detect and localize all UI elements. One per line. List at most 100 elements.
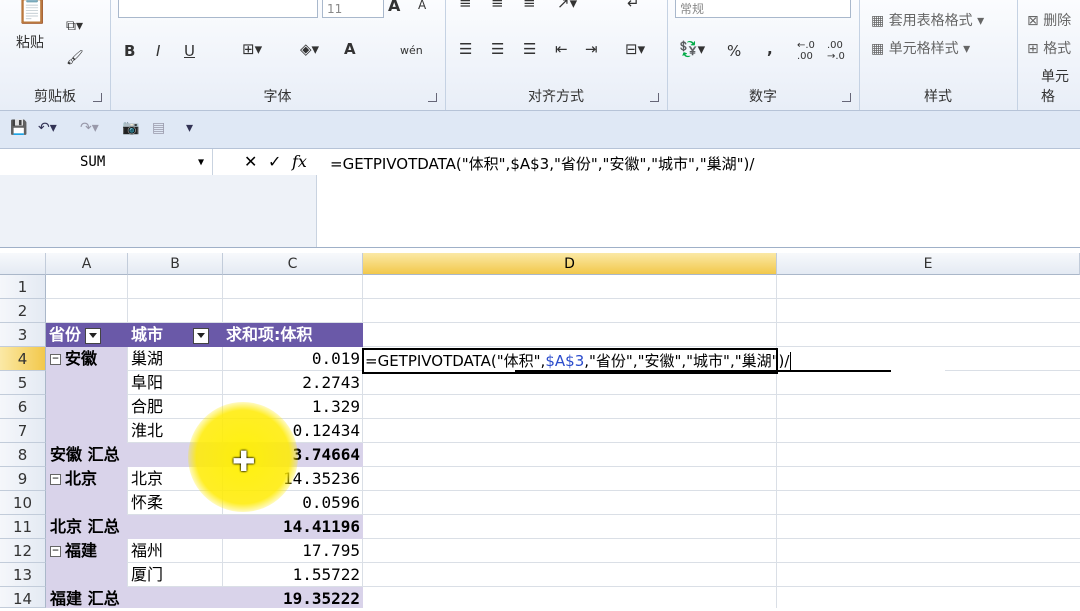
pivot-city-cell[interactable]: 巢湖 [131, 347, 221, 371]
copy-icon[interactable]: ⧉▾ [66, 18, 83, 34]
pivot-subtotal-label[interactable]: 福建 汇总 [46, 587, 223, 608]
decrease-indent-icon[interactable]: ⇤ [555, 40, 568, 58]
table-format-label: 套用表格格式 [888, 13, 973, 29]
undo-icon[interactable]: ↶▾ [38, 120, 57, 136]
col-header-a[interactable]: A [46, 253, 128, 275]
increase-indent-icon[interactable]: ⇥ [585, 40, 598, 58]
align-center-icon[interactable]: ☰ [491, 40, 504, 58]
col-header-e[interactable]: E [777, 253, 1080, 275]
customize-qat-icon[interactable]: ▾ [186, 120, 193, 136]
pivot-subtotal-label[interactable]: 北京 汇总 [46, 515, 223, 539]
row-header-9[interactable]: 9 [0, 467, 46, 491]
province-filter-dropdown-icon[interactable] [85, 327, 102, 344]
pivot-province-cell[interactable]: − 安徽 [50, 347, 128, 371]
pivot-subtotal-value[interactable]: 19.35222 [223, 587, 363, 608]
fill-color-icon[interactable]: ◈▾ [300, 40, 319, 58]
number-launcher[interactable] [842, 93, 851, 102]
pivot-province-cell[interactable]: − 北京 [50, 467, 128, 491]
pivot-province-cell[interactable]: − 福建 [50, 539, 128, 563]
increase-decimal-button[interactable]: ←.0 .00 [797, 40, 821, 62]
formula-input[interactable]: =GETPIVOTDATA("体积",$A$3,"省份","安徽","城市","… [330, 153, 754, 174]
percent-button[interactable]: % [727, 42, 741, 60]
collapse-icon[interactable]: − [50, 474, 61, 485]
number-format-select[interactable]: 常规 [675, 0, 851, 18]
active-cell-editor[interactable]: =GETPIVOTDATA("体积",$A$3,"省份","安徽","城市","… [363, 349, 945, 374]
pivot-city-cell[interactable]: 福州 [131, 539, 221, 563]
pivot-header-province[interactable]: 省份 [46, 323, 128, 347]
pivot-value-cell[interactable]: 1.55722 [223, 563, 363, 587]
pivot-value-cell[interactable]: 17.795 [223, 539, 363, 563]
col-header-b[interactable]: B [128, 253, 223, 275]
city-filter-dropdown-icon[interactable] [193, 327, 210, 344]
form-icon[interactable]: ▤ [152, 120, 165, 136]
pivot-value-cell[interactable]: 2.2743 [223, 371, 363, 395]
cell-styles-button[interactable]: ▦ 单元格样式 ▾ [871, 38, 970, 58]
table-format-button[interactable]: ▦ 套用表格格式 ▾ [871, 10, 984, 30]
save-icon[interactable]: 💾 [10, 120, 27, 136]
row-header-14[interactable]: 14 [0, 587, 46, 608]
alignment-launcher[interactable] [650, 93, 659, 102]
grow-font-button[interactable]: A [388, 0, 400, 15]
align-bottom-icon[interactable]: ≡ [523, 0, 536, 12]
align-right-icon[interactable]: ☰ [523, 40, 536, 58]
format-label: 格式 [1043, 41, 1072, 57]
select-all-corner[interactable] [0, 253, 46, 275]
collapse-icon[interactable]: − [50, 354, 61, 365]
redo-icon[interactable]: ↷▾ [80, 120, 99, 136]
row-header-13[interactable]: 13 [0, 563, 46, 587]
font-label: 字体 [263, 89, 292, 105]
pivot-value-cell[interactable]: 0.019 [223, 347, 363, 371]
collapse-icon[interactable]: − [50, 546, 61, 557]
decrease-decimal-button[interactable]: .00 →.0 [827, 40, 851, 62]
orientation-icon[interactable]: ↗▾ [557, 0, 577, 12]
row-header-10[interactable]: 10 [0, 491, 46, 515]
name-box-dropdown-icon[interactable]: ▼ [198, 150, 204, 176]
paste-icon[interactable]: 📋 [16, 0, 48, 26]
align-left-icon[interactable]: ☰ [459, 40, 472, 58]
col-header-c[interactable]: C [223, 253, 363, 275]
clipboard-launcher[interactable] [93, 93, 102, 102]
phonetic-button[interactable]: wén [400, 44, 423, 57]
row-header-5[interactable]: 5 [0, 371, 46, 395]
cancel-icon[interactable]: ✕ [244, 149, 257, 175]
pivot-subtotal-value[interactable]: 14.41196 [223, 515, 363, 539]
align-top-icon[interactable]: ≡ [459, 0, 472, 12]
font-size-select[interactable]: 11 [322, 0, 384, 18]
name-box[interactable]: SUM ▼ [0, 149, 213, 175]
row-header-12[interactable]: 12 [0, 539, 46, 563]
pivot-city-cell[interactable]: 阜阳 [131, 371, 221, 395]
row-header-2[interactable]: 2 [0, 299, 46, 323]
underline-button[interactable]: U [184, 42, 195, 60]
align-middle-icon[interactable]: ≡ [491, 0, 504, 12]
pivot-city-cell[interactable]: 厦门 [131, 563, 221, 587]
font-name-select[interactable] [118, 0, 318, 18]
row-header-3[interactable]: 3 [0, 323, 46, 347]
col-header-d[interactable]: D [363, 253, 777, 275]
comma-button[interactable]: , [767, 40, 773, 58]
font-launcher[interactable] [428, 93, 437, 102]
bold-button[interactable]: B [124, 42, 135, 60]
currency-icon[interactable]: 💱▾ [679, 40, 705, 58]
enter-icon[interactable]: ✓ [268, 149, 281, 175]
row-header-6[interactable]: 6 [0, 395, 46, 419]
format-painter-icon[interactable]: 🖌 [66, 50, 84, 66]
shrink-font-button[interactable]: A [418, 0, 426, 12]
format-button[interactable]: ⊞ 格式 [1027, 38, 1071, 58]
camera-icon[interactable]: 📷 [122, 120, 139, 136]
worksheet-grid[interactable]: A B C D E 1 2 3 4 5 6 7 8 9 10 11 12 13 … [0, 253, 1080, 608]
italic-button[interactable]: I [156, 42, 160, 60]
font-color-button[interactable]: A [344, 40, 356, 58]
delete-button[interactable]: ⊠ 删除 [1027, 10, 1071, 30]
border-icon[interactable]: ⊞▾ [242, 40, 262, 58]
pivot-header-city[interactable]: 城市 [128, 323, 223, 347]
row-header-1[interactable]: 1 [0, 275, 46, 299]
pivot-header-sum[interactable]: 求和项:体积 [223, 323, 363, 347]
paste-button[interactable]: 粘贴 [16, 32, 44, 52]
merge-center-icon[interactable]: ⊟▾ [625, 40, 645, 58]
row-header-7[interactable]: 7 [0, 419, 46, 443]
wrap-text-icon[interactable]: ↵ [627, 0, 640, 12]
row-header-8[interactable]: 8 [0, 443, 46, 467]
insert-function-icon[interactable]: fx [292, 149, 307, 175]
row-header-11[interactable]: 11 [0, 515, 46, 539]
row-header-4[interactable]: 4 [0, 347, 46, 371]
